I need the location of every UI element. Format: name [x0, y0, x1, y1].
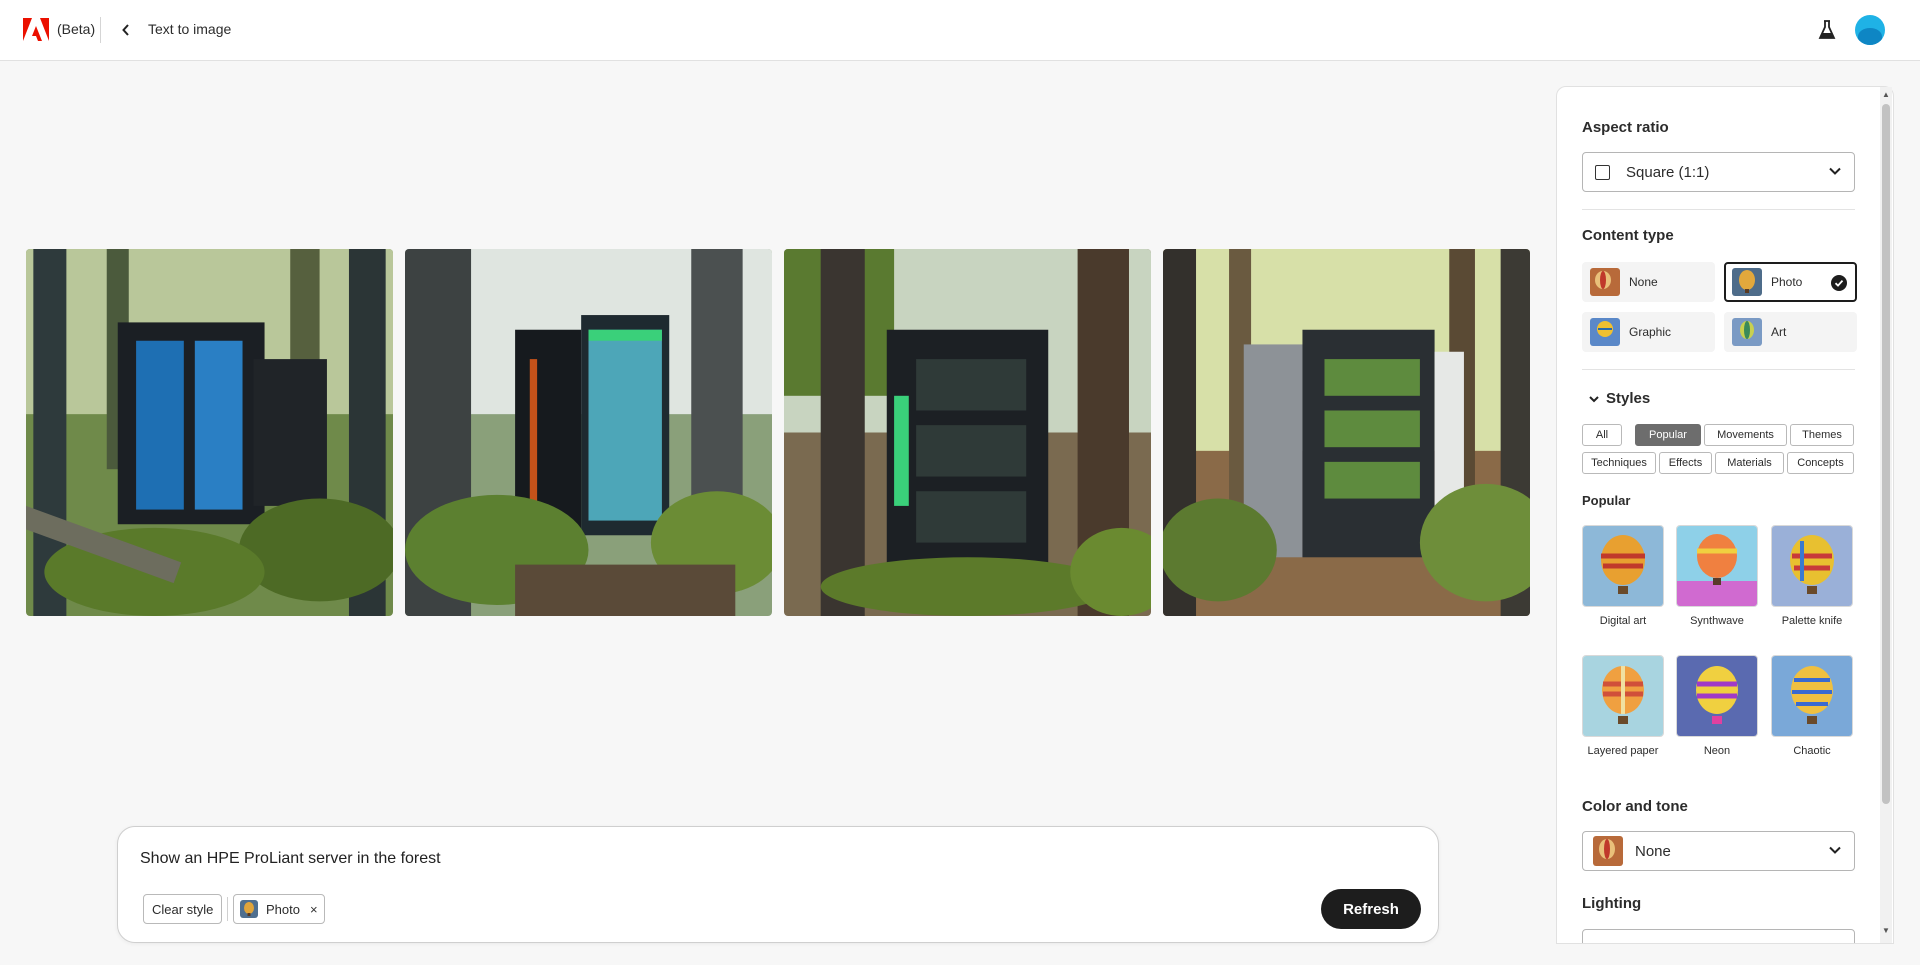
image-content	[405, 249, 772, 616]
chevron-down-icon	[1589, 395, 1599, 402]
back-button[interactable]	[118, 20, 134, 40]
image-content	[784, 249, 1151, 616]
style-thumbnail	[1582, 525, 1664, 607]
prompt-bar: Show an HPE ProLiant server in the fores…	[117, 826, 1439, 943]
content-type-label: Art	[1771, 325, 1787, 339]
popular-section-label: Popular	[1582, 493, 1631, 508]
generated-image-3[interactable]	[784, 249, 1151, 616]
aspect-ratio-dropdown[interactable]: Square (1:1)	[1582, 152, 1855, 192]
color-tone-title: Color and tone	[1582, 798, 1688, 815]
clear-style-button[interactable]: Clear style	[143, 894, 223, 924]
remove-chip-icon[interactable]: ×	[310, 902, 318, 917]
chevron-left-icon	[122, 24, 129, 36]
image-content	[26, 249, 393, 616]
styles-toggle[interactable]: Styles	[1588, 390, 1650, 407]
prompt-input[interactable]: Show an HPE ProLiant server in the fores…	[140, 850, 441, 868]
generated-image-4[interactable]	[1163, 249, 1530, 616]
chip-label: Photo	[266, 901, 300, 917]
content-type-graphic[interactable]: Graphic	[1582, 312, 1715, 352]
content-type-label: Graphic	[1629, 325, 1672, 339]
settings-panel: Aspect ratio Square (1:1) Content type N…	[1556, 86, 1894, 944]
page-title: Text to image	[148, 21, 232, 37]
style-label: Layered paper	[1587, 745, 1659, 757]
panel-scrollbar-thumb[interactable]	[1882, 104, 1890, 804]
scroll-down-arrow-icon[interactable]: ▼	[1882, 926, 1890, 935]
top-bar: (Beta) Text to image	[0, 0, 1920, 61]
content-type-art[interactable]: Art	[1724, 312, 1857, 352]
style-tag-concepts[interactable]: Concepts	[1787, 452, 1854, 474]
scroll-up-arrow-icon[interactable]: ▲	[1882, 90, 1890, 99]
square-icon	[1595, 164, 1610, 180]
balloon-thumbnail-icon	[1732, 268, 1762, 296]
aspect-ratio-value: Square (1:1)	[1626, 163, 1710, 181]
lighting-title: Lighting	[1582, 895, 1642, 912]
style-label: Synthwave	[1690, 615, 1744, 627]
content-type-label: Photo	[1771, 275, 1803, 289]
divider	[1582, 209, 1855, 210]
generated-image-1[interactable]	[26, 249, 393, 616]
style-label: Chaotic	[1793, 745, 1831, 757]
chip-divider	[227, 897, 228, 921]
style-chaotic[interactable]: Chaotic	[1771, 655, 1853, 757]
labs-flask-icon[interactable]	[1818, 20, 1836, 40]
lighting-dropdown[interactable]	[1582, 929, 1855, 943]
style-thumbnail	[1676, 655, 1758, 737]
style-synthwave[interactable]: Synthwave	[1676, 525, 1758, 627]
style-tag-popular[interactable]: Popular	[1635, 424, 1701, 446]
style-tag-all[interactable]: All	[1582, 424, 1622, 446]
style-label: Neon	[1703, 745, 1731, 757]
style-thumbnail	[1582, 655, 1664, 737]
style-thumbnail	[1771, 655, 1853, 737]
style-label: Digital art	[1599, 615, 1647, 627]
checkmark-icon	[1831, 275, 1847, 291]
content-type-none[interactable]: None	[1582, 262, 1715, 302]
balloon-thumbnail-icon	[1590, 268, 1620, 296]
beta-label: (Beta)	[57, 21, 96, 37]
style-tag-themes[interactable]: Themes	[1790, 424, 1854, 446]
style-tag-effects[interactable]: Effects	[1659, 452, 1712, 474]
styles-title: Styles	[1606, 390, 1651, 407]
adobe-logo-icon[interactable]	[23, 18, 49, 41]
divider	[1582, 369, 1855, 370]
aspect-ratio-title: Aspect ratio	[1582, 119, 1669, 136]
user-avatar[interactable]	[1855, 15, 1885, 45]
style-thumbnail	[1771, 525, 1853, 607]
chevron-down-icon	[1829, 167, 1841, 175]
applied-style-chip-photo[interactable]: Photo ×	[233, 894, 325, 924]
color-tone-dropdown[interactable]: None	[1582, 831, 1855, 871]
style-tag-materials[interactable]: Materials	[1715, 452, 1784, 474]
chevron-down-icon	[1829, 846, 1841, 854]
style-neon[interactable]: Neon	[1676, 655, 1758, 757]
style-label: Palette knife	[1781, 615, 1843, 627]
balloon-thumbnail-icon	[1732, 318, 1762, 346]
balloon-thumbnail-icon	[1590, 318, 1620, 346]
content-type-title: Content type	[1582, 227, 1674, 244]
color-tone-value: None	[1635, 842, 1671, 860]
content-type-photo[interactable]: Photo	[1724, 262, 1857, 302]
style-digital-art[interactable]: Digital art	[1582, 525, 1664, 627]
header-divider	[100, 17, 101, 43]
balloon-thumbnail-icon	[1593, 836, 1623, 866]
style-thumbnail	[1676, 525, 1758, 607]
style-tag-techniques[interactable]: Techniques	[1582, 452, 1656, 474]
content-type-label: None	[1629, 275, 1658, 289]
refresh-button[interactable]: Refresh	[1321, 889, 1421, 929]
style-palette-knife[interactable]: Palette knife	[1771, 525, 1853, 627]
style-tag-movements[interactable]: Movements	[1704, 424, 1787, 446]
style-layered-paper[interactable]: Layered paper	[1582, 655, 1664, 757]
generated-image-2[interactable]	[405, 249, 772, 616]
balloon-thumbnail-icon	[240, 900, 258, 918]
image-content	[1163, 249, 1530, 616]
